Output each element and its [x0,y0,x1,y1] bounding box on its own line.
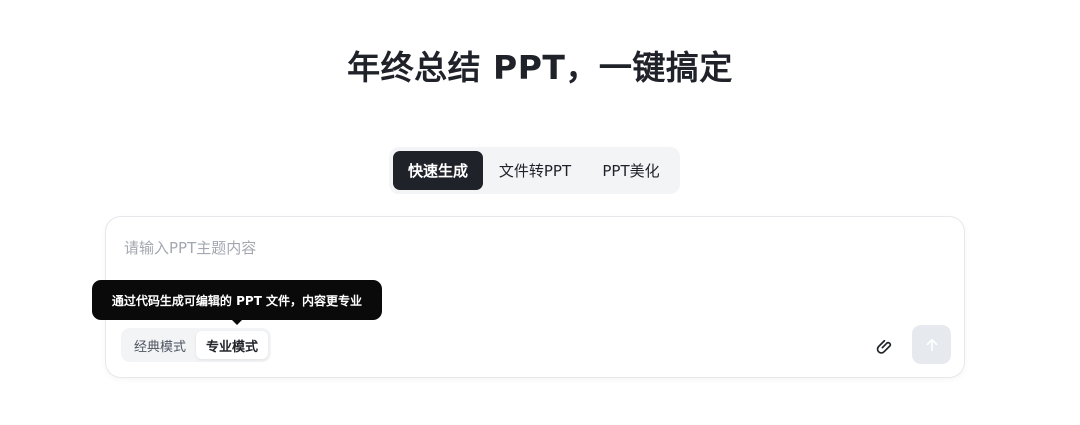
tab-quick-generate[interactable]: 快速生成 [393,151,483,190]
attach-button[interactable] [871,333,897,359]
prompt-input[interactable] [124,235,944,261]
tooltip-arrow [230,318,244,325]
page-title: 年终总结 PPT，一键搞定 [347,48,733,87]
generation-tabs: 快速生成 文件转PPT PPT美化 [389,147,680,194]
tab-ppt-beautify[interactable]: PPT美化 [587,151,675,190]
arrow-up-icon [926,338,937,351]
tab-file-to-ppt[interactable]: 文件转PPT [483,151,587,190]
mode-tooltip: 通过代码生成可编辑的 PPT 文件，内容更专业 [92,280,382,320]
page: 年终总结 PPT，一键搞定 快速生成 文件转PPT PPT美化 经典模式 专业模… [0,0,1080,425]
mode-classic[interactable]: 经典模式 [124,331,196,359]
send-button[interactable] [912,325,951,364]
mode-professional[interactable]: 专业模式 [196,331,269,359]
paperclip-icon [876,339,892,354]
mode-switch: 经典模式 专业模式 [121,328,272,362]
